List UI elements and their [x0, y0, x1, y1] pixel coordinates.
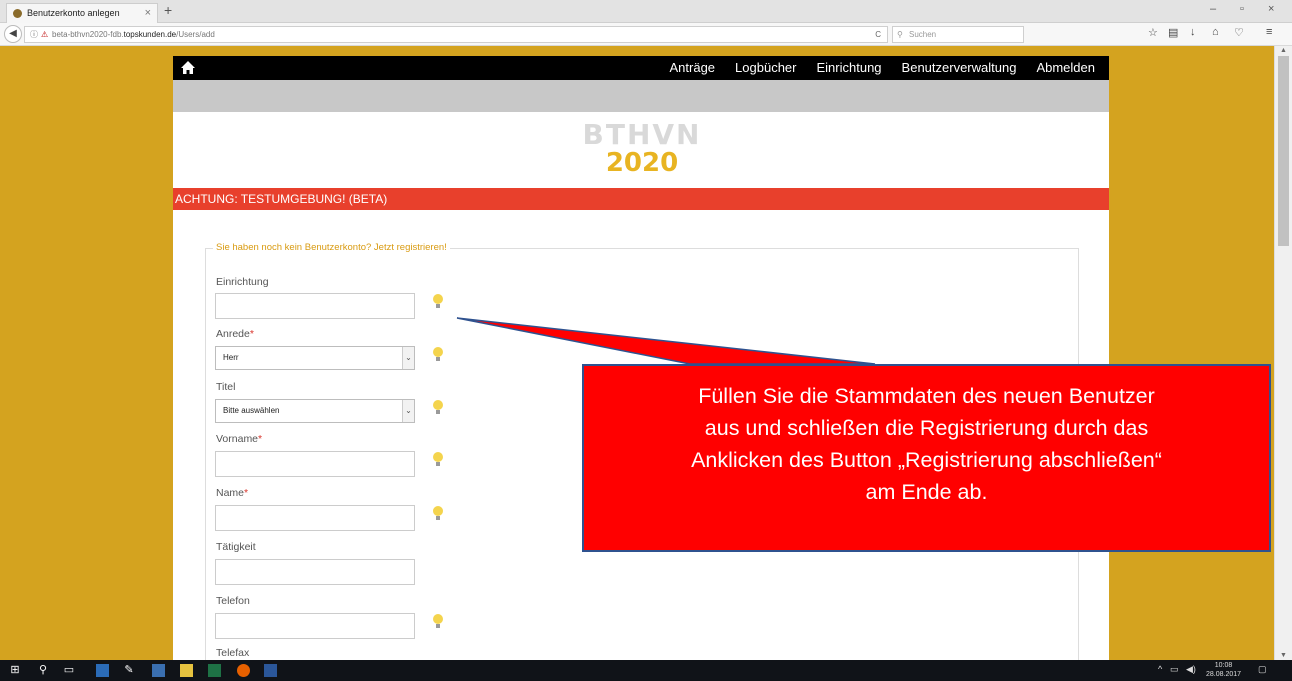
minimize-icon[interactable]: – [1210, 3, 1216, 15]
system-clock[interactable]: 10:08 28.08.2017 [1206, 661, 1241, 679]
pocket-icon[interactable]: ♡ [1234, 26, 1244, 39]
site-container: Anträge Logbücher Einrichtung Benutzerve… [173, 56, 1109, 660]
label-anrede: Anrede* [216, 328, 254, 340]
reload-icon[interactable]: C [875, 27, 881, 42]
hint-bulb-icon[interactable] [431, 346, 445, 364]
telefon-input[interactable] [215, 613, 415, 639]
name-input[interactable] [215, 505, 415, 531]
hint-bulb-icon[interactable] [431, 293, 445, 311]
label-telefax: Telefax [216, 647, 250, 659]
browser-tab-bar: Benutzerkonto anlegen × + – ▫ × [0, 0, 1292, 23]
test-environment-warning: ACHTUNG: TESTUMGEBUNG! (BETA) [173, 188, 1109, 210]
nav-benutzerverwaltung[interactable]: Benutzerverwaltung [902, 56, 1017, 80]
hint-bulb-icon[interactable] [431, 451, 445, 469]
taetigkeit-input[interactable] [215, 559, 415, 585]
windows-taskbar: ⊞ ⚲ ▭ ✎ ^ ▭ ◀) 10:08 28.08.2017 ▢ [0, 660, 1292, 681]
task-view-icon[interactable]: ▭ [62, 664, 76, 677]
vorname-input[interactable] [215, 451, 415, 477]
label-telefon: Telefon [216, 595, 250, 607]
hint-bulb-icon[interactable] [431, 399, 445, 417]
nav-abmelden[interactable]: Abmelden [1036, 56, 1095, 80]
new-tab-button[interactable]: + [164, 2, 172, 18]
menu-icon[interactable]: ≡ [1266, 26, 1272, 38]
callout-line-2: aus und schließen die Registrierung durc… [704, 416, 1149, 440]
windows-start-icon[interactable]: ⊞ [8, 664, 22, 677]
label-taetigkeit: Tätigkeit [216, 541, 256, 553]
favicon-icon [13, 9, 22, 18]
registration-legend: Sie haben noch kein Benutzerkonto? Jetzt… [213, 242, 450, 253]
word-icon[interactable] [264, 664, 277, 677]
tab-title: Benutzerkonto anlegen [27, 8, 120, 18]
callout-line-4: am Ende ab. [865, 480, 988, 504]
callout-line-1: Füllen Sie die Stammdaten des neuen Benu… [698, 384, 1155, 408]
maximize-icon[interactable]: ▫ [1240, 3, 1244, 15]
scroll-up-icon[interactable]: ▲ [1280, 47, 1287, 54]
einrichtung-input[interactable] [215, 293, 415, 319]
search-input[interactable]: ⚲ Suchen [892, 26, 1024, 43]
search-placeholder: Suchen [909, 30, 937, 39]
home-icon[interactable] [181, 59, 195, 75]
page-viewport: Anträge Logbücher Einrichtung Benutzerve… [0, 46, 1274, 660]
scroll-down-icon[interactable]: ▼ [1280, 652, 1287, 659]
download-icon[interactable]: ↓ [1190, 26, 1196, 38]
nav-logbuecher[interactable]: Logbücher [735, 56, 796, 80]
nav-links: Anträge Logbücher Einrichtung Benutzerve… [670, 56, 1096, 80]
clock-date: 28.08.2017 [1206, 671, 1242, 678]
label-einrichtung: Einrichtung [216, 276, 269, 288]
file-explorer-icon[interactable] [180, 664, 193, 677]
volume-icon[interactable]: ◀) [1186, 664, 1196, 675]
bookmark-star-icon[interactable]: ☆ [1148, 26, 1158, 39]
label-vorname: Vorname* [216, 433, 263, 445]
outlook-icon[interactable] [96, 664, 109, 677]
app-icon[interactable]: ✎ [122, 664, 136, 677]
info-icon[interactable]: ⓘ [30, 27, 38, 42]
grey-banner [173, 80, 1109, 112]
clock-time: 10:08 [1214, 662, 1233, 669]
home-toolbar-icon[interactable]: ⌂ [1212, 26, 1219, 38]
site-navigation: Anträge Logbücher Einrichtung Benutzerve… [173, 56, 1109, 80]
scroll-thumb[interactable] [1278, 56, 1289, 246]
firefox-icon[interactable] [237, 664, 250, 677]
snipping-tool-icon[interactable] [152, 664, 165, 677]
chevron-down-icon: ⌄ [402, 400, 414, 422]
library-icon[interactable]: ▤ [1168, 26, 1178, 39]
titel-select[interactable]: Bitte auswählen ⌄ [215, 399, 415, 423]
network-icon[interactable]: ▭ [1170, 664, 1179, 675]
search-icon: ⚲ [897, 30, 903, 39]
back-arrow-icon[interactable]: ◀ [4, 25, 22, 43]
notification-icon[interactable]: ▢ [1258, 664, 1267, 675]
page-scrollbar[interactable]: ▲ ▼ [1274, 46, 1292, 660]
tab-close-icon[interactable]: × [145, 4, 151, 23]
hint-bulb-icon[interactable] [431, 505, 445, 523]
hint-bulb-icon[interactable] [431, 613, 445, 631]
address-bar[interactable]: ⓘ ⚠ beta-bthvn2020-fdb.topskunden.de/Use… [24, 26, 888, 43]
tray-chevron-icon[interactable]: ^ [1158, 664, 1162, 674]
browser-tab[interactable]: Benutzerkonto anlegen × [6, 3, 158, 23]
label-name: Name* [216, 487, 249, 499]
callout-line-3: Anklicken des Button „Registrierung absc… [691, 448, 1162, 472]
instruction-callout: Füllen Sie die Stammdaten des neuen Benu… [582, 364, 1271, 552]
url-text: beta-bthvn2020-fdb.topskunden.de/Users/a… [52, 30, 215, 39]
nav-antraege[interactable]: Anträge [670, 56, 716, 80]
anrede-select[interactable]: Herr ⌄ [215, 346, 415, 370]
insecure-lock-icon[interactable]: ⚠ [41, 27, 48, 42]
excel-icon[interactable] [208, 664, 221, 677]
search-taskbar-icon[interactable]: ⚲ [36, 664, 50, 677]
nav-einrichtung[interactable]: Einrichtung [817, 56, 882, 80]
close-window-icon[interactable]: × [1268, 3, 1274, 15]
browser-nav-bar: ◀ ⓘ ⚠ beta-bthvn2020-fdb.topskunden.de/U… [0, 23, 1292, 46]
logo-text-top: BTHVN [582, 118, 702, 151]
chevron-down-icon: ⌄ [402, 347, 414, 369]
logo-text-bottom: 2020 [605, 148, 679, 178]
site-logo: BTHVN 2020 [575, 120, 709, 180]
label-titel: Titel [216, 381, 236, 393]
